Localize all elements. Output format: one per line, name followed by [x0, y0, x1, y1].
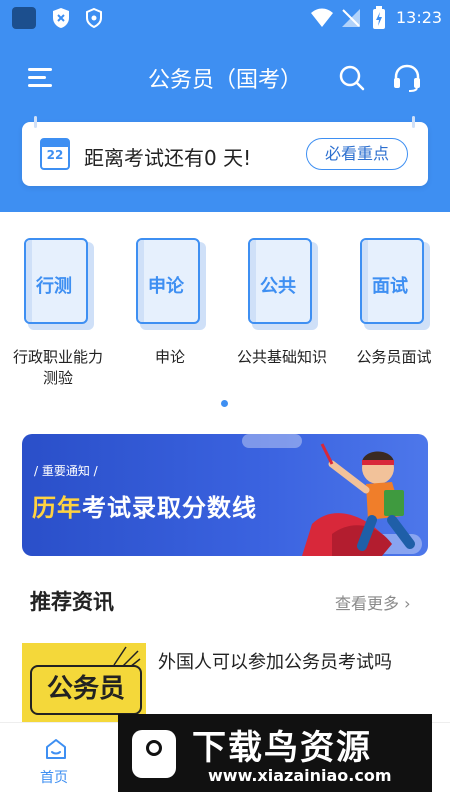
page-title: 公务员（国考）: [147, 68, 302, 93]
news-thumbnail[interactable]: 公务员: [22, 643, 146, 725]
category-tag: 申论: [148, 276, 184, 297]
category-label[interactable]: 公共基础知识: [232, 347, 332, 368]
countdown-card: 22 距离考试还有0 天! 必看重点: [22, 116, 428, 186]
category-tag: 行测: [36, 276, 72, 297]
category-tag: 面试: [372, 276, 408, 297]
tab-home-label[interactable]: 首页: [40, 767, 68, 787]
chevron-right-icon: ›: [404, 594, 411, 613]
wifi-icon: [311, 8, 333, 27]
pager-dot: [221, 400, 228, 407]
category-book-xingce[interactable]: 行测: [24, 238, 94, 330]
see-more-link[interactable]: 查看更多 ›: [335, 590, 411, 614]
calendar-icon: 22: [40, 138, 70, 170]
promo-banner[interactable]: / 重要通知 / 历年考试录取分数线: [22, 434, 428, 556]
must-read-button[interactable]: 必看重点: [306, 138, 408, 170]
signal-icon: [342, 9, 360, 27]
shield-x-icon: [53, 8, 69, 28]
banner-tag: / 重要通知 /: [34, 464, 98, 478]
shield-icon: [86, 8, 102, 28]
category-book-shenlun[interactable]: 申论: [136, 238, 206, 330]
battery-icon: [373, 6, 385, 29]
runner-illustration: [302, 443, 415, 556]
category-label[interactable]: 公务员面试: [344, 347, 444, 368]
headset-icon[interactable]: [392, 64, 422, 92]
thumbnail-text: 公务员: [30, 665, 142, 715]
banner-title: 历年考试录取分数线: [32, 494, 257, 522]
watermark-title: 下载鸟资源: [192, 728, 372, 768]
category-tag: 公共: [260, 276, 296, 297]
category-label[interactable]: 行政职业能力测验: [8, 347, 108, 389]
status-time: 13:23: [396, 8, 443, 27]
status-bar: 13:23: [0, 0, 450, 36]
home-icon[interactable]: [44, 737, 68, 761]
bird-logo-icon: [132, 730, 176, 778]
search-icon[interactable]: [338, 64, 366, 92]
news-title[interactable]: 外国人可以参加公务员考试吗: [158, 648, 392, 674]
app-bar: 公务员（国考）: [0, 56, 450, 100]
watermark: 下载鸟资源 www.xiazainiao.com: [118, 714, 432, 792]
menu-button[interactable]: [28, 66, 56, 90]
watermark-url: www.xiazainiao.com: [208, 766, 392, 785]
category-book-mianshi[interactable]: 面试: [360, 238, 430, 330]
category-book-gonggong[interactable]: 公共: [248, 238, 318, 330]
calendar-day: 22: [46, 148, 64, 162]
section-title: 推荐资讯: [30, 590, 114, 614]
category-label[interactable]: 申论: [120, 347, 220, 368]
countdown-text: 距离考试还有0 天!: [84, 146, 252, 170]
app-notification-icon: [12, 7, 36, 29]
